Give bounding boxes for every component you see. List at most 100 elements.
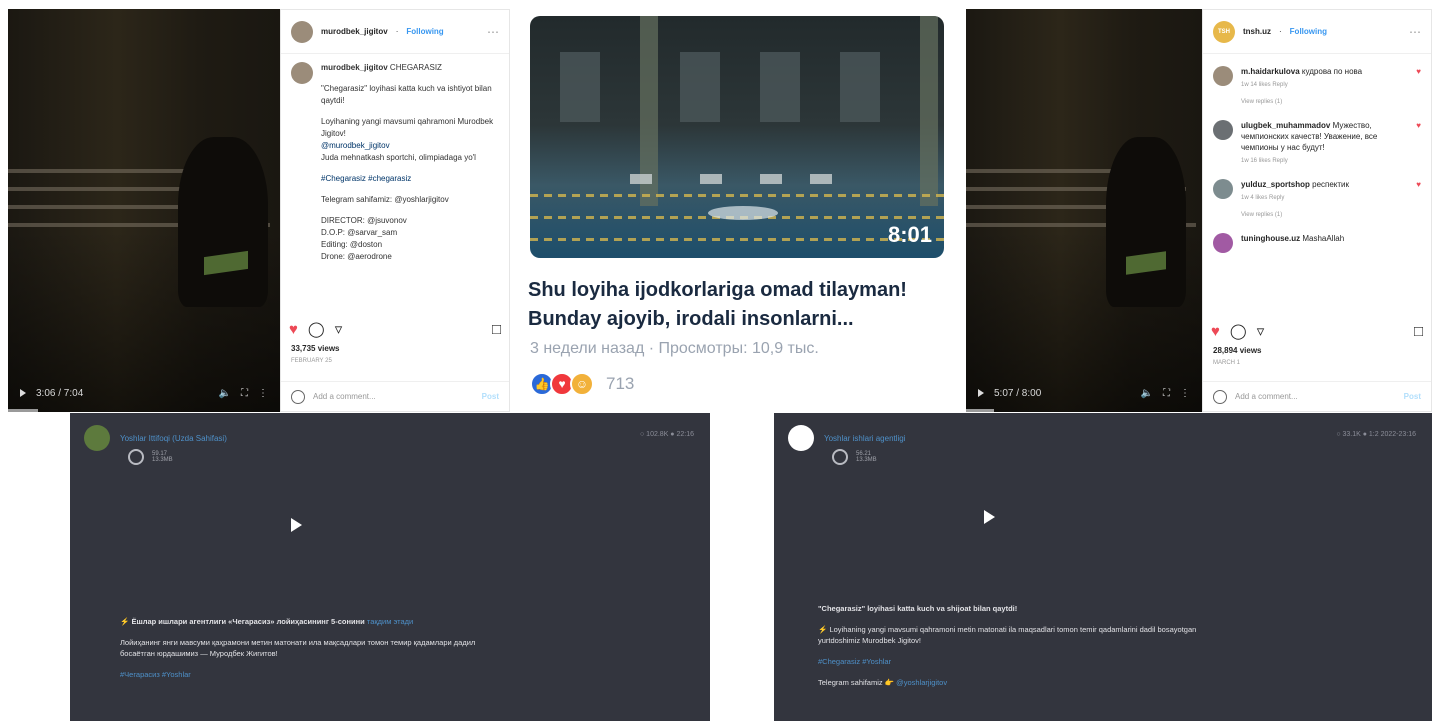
avatar[interactable] bbox=[1213, 233, 1233, 253]
post-text: ⚡ Ёшлар ишлари агентлиги «Чегарасиз» лой… bbox=[120, 616, 510, 690]
video-duration: 8:01 bbox=[887, 222, 932, 247]
channel-name[interactable]: Yoshlar ishlari agentligi bbox=[824, 434, 906, 443]
reactions[interactable]: 👍 ♥ ☺ 713 bbox=[530, 372, 634, 396]
add-comment-input[interactable]: Add a comment... bbox=[313, 392, 376, 401]
comment-text: кудрова по нова bbox=[1301, 67, 1363, 76]
like-heart-icon[interactable]: ♥ bbox=[289, 321, 298, 338]
video-title[interactable]: Shu loyiha ijodkorlariga omad tilayman! … bbox=[528, 276, 958, 334]
volume-icon[interactable]: 🔈 bbox=[219, 388, 231, 399]
athlete-figure bbox=[178, 137, 268, 307]
emoji-icon[interactable] bbox=[1213, 389, 1227, 404]
channel-avatar[interactable] bbox=[788, 425, 814, 451]
post-body: Loyihaning yangi mavsumi qahramoni metin… bbox=[818, 625, 1197, 645]
comment-username[interactable]: yulduz_sportshop bbox=[1241, 180, 1310, 189]
caption-mention[interactable]: @murodbek_jigitov bbox=[321, 140, 499, 152]
caption-line: "Chegarasiz" loyihasi katta kuch va isht… bbox=[321, 84, 492, 105]
comment-meta: 1w 4 likes Reply bbox=[1241, 195, 1285, 201]
video-file-info: 59.17 13.3MB bbox=[128, 449, 173, 465]
avatar[interactable] bbox=[291, 20, 313, 43]
left-video-player[interactable]: 3:06 / 7:04 🔈 ⛶ ⋮ bbox=[8, 9, 280, 412]
add-comment-input[interactable]: Add a comment... bbox=[1235, 392, 1298, 401]
emoji-icon[interactable] bbox=[291, 389, 305, 404]
download-icon[interactable] bbox=[832, 449, 848, 465]
like-heart-icon[interactable]: ♥ bbox=[1211, 323, 1220, 340]
avatar[interactable] bbox=[1213, 179, 1233, 199]
video-controls: 5:07 / 8:00 🔈 ⛶ ⋮ bbox=[966, 374, 1202, 412]
wow-reaction-icon: ☺ bbox=[570, 372, 594, 396]
video-progress[interactable] bbox=[8, 409, 38, 412]
caption-line: Juda mehnatkash sportchi, olimpiadaga yo… bbox=[321, 153, 476, 162]
avatar[interactable]: TSH bbox=[1213, 20, 1235, 43]
channel-avatar[interactable] bbox=[84, 425, 110, 451]
post-stats: ○ 102.8K ● 22:16 bbox=[640, 431, 694, 438]
fullscreen-icon[interactable]: ⛶ bbox=[1163, 388, 1170, 399]
comment-meta: 1w 14 likes Reply bbox=[1241, 82, 1288, 88]
video-card[interactable]: 8:01 Shu loyiha ijodkorlariga omad tilay… bbox=[512, 0, 964, 412]
channel-name[interactable]: Yoshlar Ittifoqi (Uzda Sahifasi) bbox=[120, 434, 227, 443]
post-button[interactable]: Post bbox=[1404, 392, 1421, 401]
post-headline: "Chegarasiz" loyihasi katta kuch va shij… bbox=[818, 604, 1018, 613]
more-icon[interactable]: ⋮ bbox=[258, 388, 268, 399]
post-stats: ○ 33.1K ● 1:2 2022-23:16 bbox=[1336, 431, 1416, 438]
caption-username[interactable]: murodbek_jigitov bbox=[321, 63, 388, 72]
post-hashtags[interactable]: #Чегарасиз #Yoshlar bbox=[120, 669, 510, 680]
share-icon[interactable]: ▿ bbox=[335, 320, 343, 338]
caption-hashtags[interactable]: #Chegarasiz #chegarasiz bbox=[321, 173, 499, 185]
caption-line: Telegram sahifamiz: @yoshlarjigitov bbox=[321, 195, 449, 204]
comment-like-icon[interactable]: ♥ bbox=[1416, 66, 1421, 108]
file-duration: 13.3MB bbox=[856, 457, 877, 463]
download-icon[interactable] bbox=[128, 449, 144, 465]
more-options-icon[interactable]: ⋯ bbox=[487, 25, 499, 39]
play-icon[interactable] bbox=[291, 518, 302, 532]
post-actions: ♥ ◯ ▿ □ bbox=[1211, 322, 1423, 341]
comment-username[interactable]: tuninghouse.uz bbox=[1241, 234, 1300, 243]
caption-line: DIRECTOR: @jsuvonov bbox=[321, 216, 407, 225]
username[interactable]: tnsh.uz bbox=[1243, 27, 1271, 36]
follow-button[interactable]: Following bbox=[1290, 27, 1327, 36]
file-duration: 13.3MB bbox=[152, 457, 173, 463]
telegram-link[interactable]: @yoshlarjigitov bbox=[896, 678, 947, 687]
post-header: TSH tnsh.uz · Following ⋯ bbox=[1203, 10, 1431, 54]
play-icon[interactable] bbox=[984, 510, 995, 524]
video-progress[interactable] bbox=[966, 409, 994, 412]
avatar[interactable] bbox=[1213, 66, 1233, 86]
play-icon[interactable] bbox=[20, 389, 26, 397]
view-replies-link[interactable]: View replies (1) bbox=[1241, 97, 1408, 108]
video-controls: 3:06 / 7:04 🔈 ⛶ ⋮ bbox=[8, 374, 280, 412]
fullscreen-icon[interactable]: ⛶ bbox=[241, 388, 248, 399]
volume-icon[interactable]: 🔈 bbox=[1141, 388, 1153, 399]
caption: murodbek_jigitov CHEGARASIZ "Chegarasiz"… bbox=[321, 62, 499, 263]
save-bookmark-icon[interactable]: □ bbox=[492, 321, 501, 338]
more-icon[interactable]: ⋮ bbox=[1180, 388, 1190, 399]
caption-line: Editing: @doston bbox=[321, 240, 383, 249]
left-instagram-panel: murodbek_jigitov · Following ⋯ murodbek_… bbox=[280, 9, 510, 412]
view-replies-link[interactable]: View replies (1) bbox=[1241, 210, 1408, 221]
username[interactable]: murodbek_jigitov bbox=[321, 27, 388, 36]
reactions-count: 713 bbox=[606, 374, 635, 393]
video-thumbnail[interactable]: 8:01 bbox=[530, 16, 944, 258]
view-count[interactable]: 33,735 views bbox=[291, 344, 339, 353]
comment-username[interactable]: ulugbek_muhammadov bbox=[1241, 121, 1330, 130]
more-options-icon[interactable]: ⋯ bbox=[1409, 25, 1421, 39]
comment-icon[interactable]: ◯ bbox=[1230, 322, 1247, 340]
post-hashtags[interactable]: #Chegarasiz #Yoshlar bbox=[818, 656, 1238, 667]
comment-like-icon[interactable]: ♥ bbox=[1416, 120, 1421, 167]
share-icon[interactable]: ▿ bbox=[1257, 322, 1265, 340]
video-time: 3:06 / 7:04 bbox=[36, 387, 84, 399]
post-button[interactable]: Post bbox=[482, 392, 499, 401]
right-video-player[interactable]: 5:07 / 8:00 🔈 ⛶ ⋮ bbox=[966, 9, 1202, 412]
comment-like-icon[interactable]: ♥ bbox=[1416, 179, 1421, 221]
comment-username[interactable]: m.haidarkulova bbox=[1241, 67, 1300, 76]
follow-button[interactable]: Following bbox=[406, 27, 443, 36]
comment-icon[interactable]: ◯ bbox=[308, 320, 325, 338]
caption-tag: CHEGARASIZ bbox=[389, 63, 442, 72]
comment-text: респектик bbox=[1312, 180, 1350, 189]
save-bookmark-icon[interactable]: □ bbox=[1414, 323, 1423, 340]
bottom-right-post: Yoshlar ishlari agentligi ○ 33.1K ● 1:2 … bbox=[774, 413, 1432, 721]
post-link[interactable]: тақдим этади bbox=[367, 617, 413, 626]
view-count[interactable]: 28,894 views bbox=[1213, 346, 1261, 355]
avatar[interactable] bbox=[1213, 120, 1233, 140]
play-icon[interactable] bbox=[978, 389, 984, 397]
avatar bbox=[291, 62, 313, 84]
comment-meta: 1w 16 likes Reply bbox=[1241, 158, 1288, 164]
